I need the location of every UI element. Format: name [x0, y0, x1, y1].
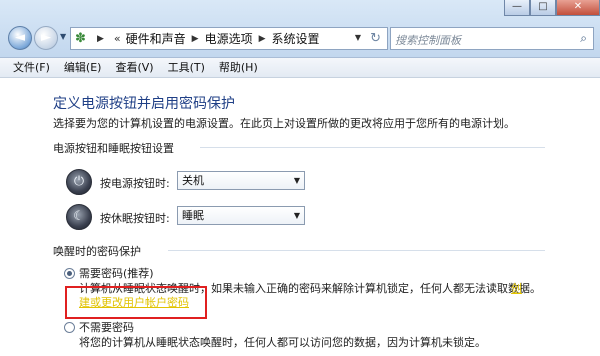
sleep-button-value: 睡眠 — [182, 209, 204, 222]
address-dropdown-icon[interactable]: ▼ — [355, 33, 361, 42]
section-divider — [168, 250, 545, 251]
highlight-box — [65, 286, 207, 319]
power-button-icon: ⏻ — [66, 169, 92, 195]
maximize-button[interactable]: □ — [530, 0, 556, 16]
sleep-button-icon: ☾ — [66, 204, 92, 230]
chevron-down-icon: ▼ — [293, 211, 300, 220]
no-password-radio[interactable] — [64, 322, 75, 333]
power-button-label: 按电源按钮时: — [100, 177, 170, 190]
control-panel-icon: ✽ — [75, 30, 86, 46]
sleep-button-select[interactable]: 睡眠 ▼ — [177, 206, 305, 225]
menu-help[interactable]: 帮助(H) — [214, 58, 267, 77]
menu-view[interactable]: 查看(V) — [110, 58, 162, 77]
require-password-radio[interactable] — [64, 268, 75, 279]
window-chrome: — □ ✕ ◄ ► ▼ ✽ ▶ « 硬件和声音 ▶ 电源选项 ▶ 系统设置 ▼ … — [0, 0, 600, 58]
forward-arrow-icon: ► — [41, 30, 51, 45]
crumb-power-options[interactable]: 电源选项 — [205, 30, 253, 47]
overflow-crumbs[interactable]: « — [114, 32, 121, 45]
password-section-heading: 唤醒时的密码保护 — [53, 245, 141, 258]
menu-bar: 文件(F) 编辑(E) 查看(V) 工具(T) 帮助(H) — [0, 58, 600, 78]
page-title: 定义电源按钮并启用密码保护 — [53, 96, 235, 112]
no-password-description: 将您的计算机从睡眠状态唤醒时，任何人都可以访问您的数据，因为计算机未锁定。 — [79, 336, 486, 349]
back-button[interactable]: ◄ — [8, 26, 32, 50]
require-password-label[interactable]: 需要密码(推荐) — [79, 265, 154, 281]
breadcrumb: ▶ « 硬件和声音 ▶ 电源选项 ▶ 系统设置 — [91, 30, 320, 47]
search-icon[interactable]: ⌕ — [580, 31, 587, 46]
power-button-select[interactable]: 关机 ▼ — [177, 171, 305, 190]
minimize-button[interactable]: — — [504, 0, 530, 16]
sleep-button-label: 按休眠按钮时: — [100, 212, 170, 225]
close-button[interactable]: ✕ — [556, 0, 600, 16]
chevron-down-icon: ▼ — [293, 176, 300, 185]
forward-button[interactable]: ► — [34, 26, 58, 50]
section-divider — [200, 147, 545, 148]
menu-file[interactable]: 文件(F) — [8, 58, 59, 77]
search-placeholder: 搜索控制面板 — [395, 34, 461, 47]
crumb-system-settings[interactable]: 系统设置 — [272, 30, 320, 47]
no-password-label[interactable]: 不需要密码 — [79, 319, 134, 335]
main-content: 定义电源按钮并启用密码保护 选择要为您的计算机设置的电源设置。在此页上对设置所做… — [0, 79, 600, 356]
window-controls: — □ ✕ — [504, 0, 600, 18]
recent-pages-dropdown-icon[interactable]: ▼ — [60, 32, 66, 41]
address-bar[interactable]: ✽ ▶ « 硬件和声音 ▶ 电源选项 ▶ 系统设置 ▼ ↻ — [70, 27, 388, 50]
back-arrow-icon: ◄ — [15, 30, 25, 45]
menu-tools[interactable]: 工具(T) — [163, 58, 214, 77]
buttons-section-heading: 电源按钮和睡眠按钮设置 — [53, 142, 174, 155]
chevron-right-icon[interactable]: ▶ — [192, 34, 199, 44]
menu-edit[interactable]: 编辑(E) — [59, 58, 111, 77]
change-password-link-start[interactable]: 创 — [511, 280, 522, 296]
chevron-right-icon[interactable]: ▶ — [259, 34, 266, 44]
refresh-icon[interactable]: ↻ — [370, 31, 381, 46]
page-description: 选择要为您的计算机设置的电源设置。在此页上对设置所做的更改将应用于您所有的电源计… — [53, 117, 515, 130]
search-box[interactable]: 搜索控制面板 ⌕ — [390, 27, 594, 50]
chevron-right-icon[interactable]: ▶ — [97, 34, 104, 44]
crumb-hardware-sound[interactable]: 硬件和声音 — [126, 30, 186, 47]
power-button-value: 关机 — [182, 174, 204, 187]
